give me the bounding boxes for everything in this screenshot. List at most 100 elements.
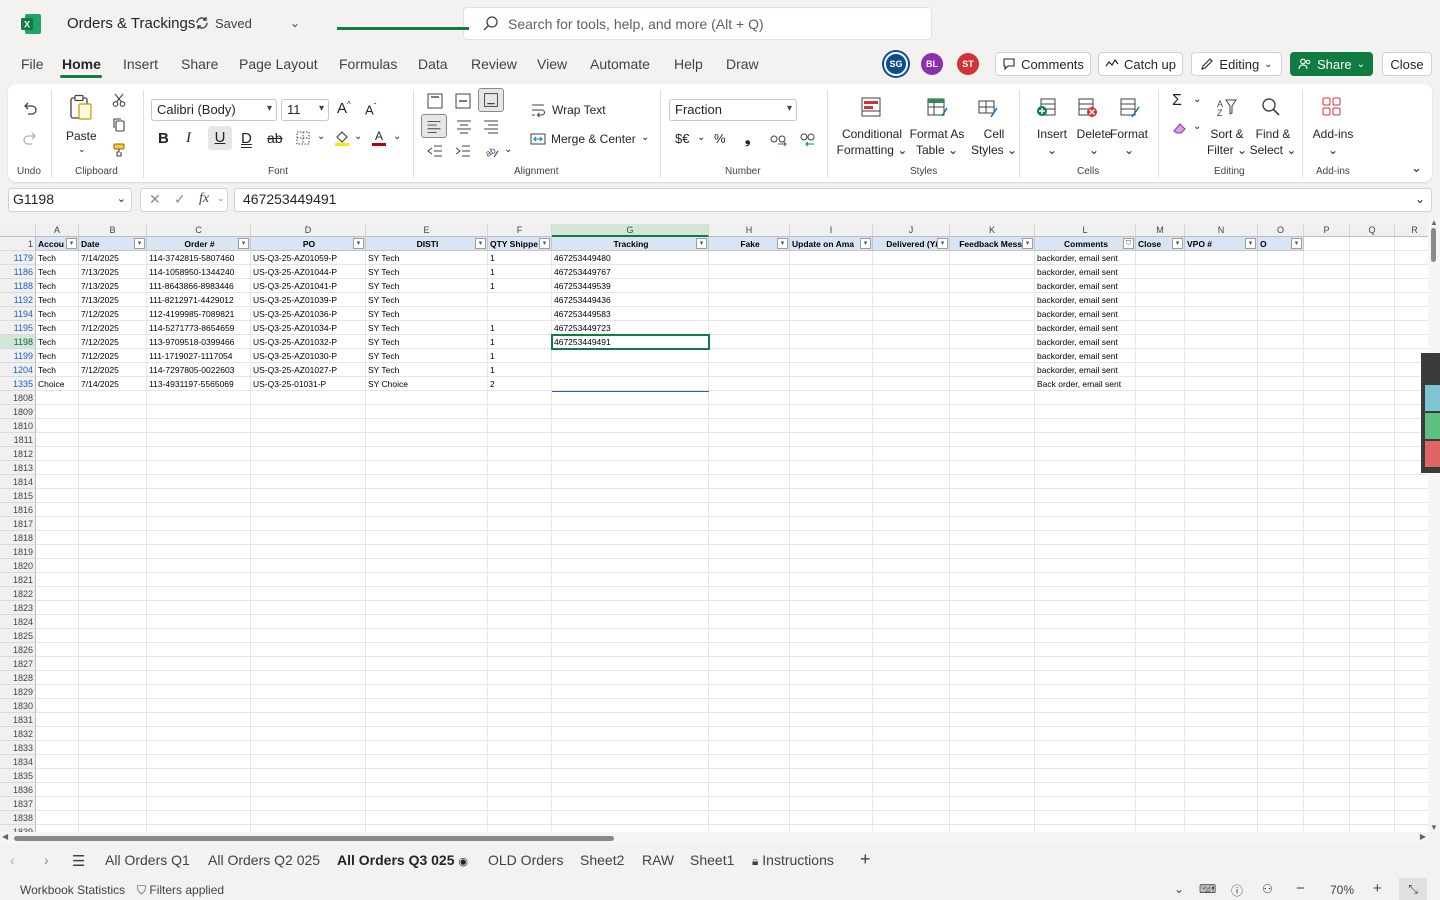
empty-cell[interactable] xyxy=(79,783,147,797)
empty-cell[interactable] xyxy=(36,741,79,755)
empty-cell[interactable] xyxy=(79,727,147,741)
empty-cell[interactable] xyxy=(1035,573,1136,587)
empty-cell[interactable] xyxy=(488,503,552,517)
select-all-corner[interactable] xyxy=(0,224,36,237)
table-cell[interactable] xyxy=(1136,363,1185,377)
empty-cell[interactable] xyxy=(709,643,790,657)
empty-cell[interactable] xyxy=(1136,559,1185,573)
empty-cell[interactable] xyxy=(147,405,251,419)
side-panel-tab[interactable] xyxy=(1425,413,1440,439)
empty-cell[interactable] xyxy=(251,783,366,797)
empty-cell[interactable] xyxy=(1136,447,1185,461)
empty-cell[interactable] xyxy=(709,531,790,545)
empty-cell[interactable] xyxy=(1304,503,1350,517)
empty-cell[interactable] xyxy=(1395,489,1428,503)
saved-status[interactable]: Saved xyxy=(194,15,252,31)
table-cell[interactable] xyxy=(1350,265,1395,279)
empty-cell[interactable] xyxy=(1395,741,1428,755)
column-header-a[interactable]: A xyxy=(36,224,79,237)
menu-view[interactable]: View xyxy=(537,56,567,72)
empty-cell[interactable] xyxy=(790,755,873,769)
row-header[interactable]: 1822 xyxy=(0,587,36,601)
empty-cell[interactable] xyxy=(950,587,1035,601)
table-cell[interactable] xyxy=(709,377,790,391)
empty-cell[interactable] xyxy=(950,461,1035,475)
empty-cell[interactable] xyxy=(1258,545,1304,559)
row-header[interactable]: 1335 xyxy=(0,377,36,391)
empty-cell[interactable] xyxy=(1304,783,1350,797)
empty-cell[interactable] xyxy=(1185,811,1258,825)
empty-cell[interactable] xyxy=(147,699,251,713)
increase-font-icon[interactable]: A^ xyxy=(337,100,351,117)
scroll-down-icon[interactable]: ▼ xyxy=(1430,823,1438,832)
chevron-down-icon[interactable]: ⌄ xyxy=(1193,94,1201,105)
empty-cell[interactable] xyxy=(790,531,873,545)
empty-cell[interactable] xyxy=(1035,391,1136,405)
delete-cells-icon[interactable] xyxy=(1076,96,1098,118)
document-title[interactable]: Orders & Trackings xyxy=(67,15,195,32)
empty-cell[interactable] xyxy=(366,419,488,433)
empty-cell[interactable] xyxy=(79,587,147,601)
menu-help[interactable]: Help xyxy=(674,56,703,72)
table-cell[interactable]: 1 xyxy=(488,321,552,335)
empty-cell[interactable] xyxy=(251,419,366,433)
table-cell[interactable]: 1 xyxy=(488,349,552,363)
menu-review[interactable]: Review xyxy=(471,56,517,72)
table-cell[interactable]: Choice xyxy=(36,377,79,391)
increase-indent-icon[interactable] xyxy=(454,142,472,160)
table-cell[interactable] xyxy=(552,363,709,377)
filter-dropdown-icon[interactable]: ▾ xyxy=(696,238,707,249)
sort-filter-button[interactable]: Sort & Filter ⌄ xyxy=(1204,126,1250,158)
empty-cell[interactable] xyxy=(488,433,552,447)
find-select-button[interactable]: Find & Select ⌄ xyxy=(1248,126,1298,158)
table-cell[interactable] xyxy=(1350,377,1395,391)
row-header[interactable]: 1 xyxy=(0,237,36,251)
empty-cell[interactable] xyxy=(79,545,147,559)
empty-cell[interactable] xyxy=(1185,489,1258,503)
empty-cell[interactable] xyxy=(1350,433,1395,447)
side-panel-tab[interactable] xyxy=(1425,441,1440,467)
empty-cell[interactable] xyxy=(1304,811,1350,825)
empty-cell[interactable] xyxy=(1304,643,1350,657)
table-cell[interactable] xyxy=(552,377,709,391)
comments-button[interactable]: Comments xyxy=(995,52,1091,76)
empty-cell[interactable] xyxy=(79,433,147,447)
empty-cell[interactable] xyxy=(790,447,873,461)
row-header[interactable]: 1814 xyxy=(0,475,36,489)
empty-cell[interactable] xyxy=(1035,489,1136,503)
empty-cell[interactable] xyxy=(1258,517,1304,531)
table-cell[interactable]: 113-9709518-0399466 xyxy=(147,335,251,349)
empty-cell[interactable] xyxy=(1035,587,1136,601)
empty-cell[interactable] xyxy=(1035,503,1136,517)
empty-cell[interactable] xyxy=(251,657,366,671)
empty-cell[interactable] xyxy=(1185,601,1258,615)
empty-cell[interactable] xyxy=(873,447,950,461)
table-cell[interactable]: SY Tech xyxy=(366,265,488,279)
undo-icon[interactable] xyxy=(22,100,38,116)
empty-cell[interactable] xyxy=(552,405,709,419)
empty-cell[interactable] xyxy=(79,531,147,545)
table-cell[interactable]: 112-4199985-7089821 xyxy=(147,307,251,321)
empty-cell[interactable] xyxy=(366,531,488,545)
add-ins-icon[interactable] xyxy=(1321,96,1343,118)
empty-cell[interactable] xyxy=(950,489,1035,503)
empty-cell[interactable] xyxy=(488,657,552,671)
empty-cell[interactable] xyxy=(488,405,552,419)
table-cell[interactable] xyxy=(873,349,950,363)
empty-cell[interactable] xyxy=(366,643,488,657)
empty-cell[interactable] xyxy=(366,741,488,755)
empty-cell[interactable] xyxy=(366,657,488,671)
empty-cell[interactable] xyxy=(147,643,251,657)
empty-cell[interactable] xyxy=(1304,559,1350,573)
row-header[interactable]: 1837 xyxy=(0,797,36,811)
empty-cell[interactable] xyxy=(709,755,790,769)
empty-cell[interactable] xyxy=(1258,629,1304,643)
empty-cell[interactable] xyxy=(1258,685,1304,699)
sheet-tab-sheet2[interactable]: Sheet2 xyxy=(580,852,624,868)
empty-cell[interactable] xyxy=(709,769,790,783)
empty-cell[interactable] xyxy=(36,755,79,769)
table-cell[interactable]: US-Q3-25-AZ01034-P xyxy=(251,321,366,335)
row-header[interactable]: 1810 xyxy=(0,419,36,433)
table-cell[interactable] xyxy=(709,293,790,307)
vertical-scroll-thumb[interactable] xyxy=(1431,228,1436,262)
